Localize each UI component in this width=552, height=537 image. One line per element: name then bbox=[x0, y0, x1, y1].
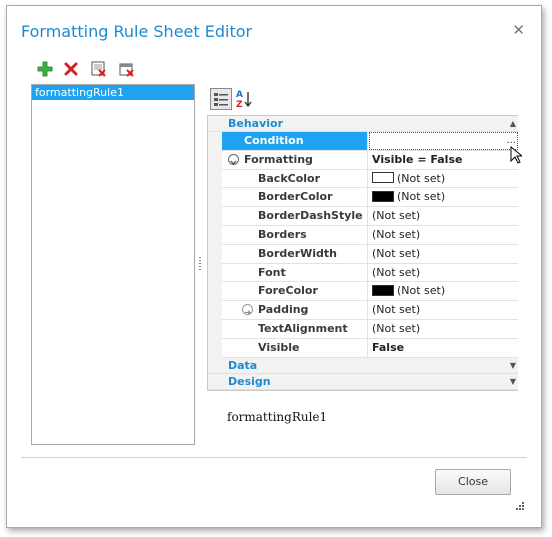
property-row-formatting[interactable]: Formatting Visible = False bbox=[222, 150, 518, 170]
property-name: Visible bbox=[222, 338, 368, 357]
grid-gutter bbox=[208, 132, 222, 358]
property-name: ForeColor bbox=[222, 282, 368, 301]
property-value: (Not set) bbox=[397, 190, 446, 204]
close-button[interactable]: Close bbox=[435, 469, 511, 495]
category-label: Behavior bbox=[228, 117, 284, 130]
property-name: Padding bbox=[258, 303, 309, 317]
property-value[interactable]: (Not set) bbox=[369, 320, 518, 338]
dialog-title: Formatting Rule Sheet Editor bbox=[21, 22, 253, 41]
alphabetical-sort-icon[interactable]: A Z bbox=[233, 88, 255, 110]
property-value[interactable]: (Not set) bbox=[369, 264, 518, 282]
dialog-window: Formatting Rule Sheet Editor ✕ formattin… bbox=[6, 5, 542, 528]
property-value[interactable]: Visible = False bbox=[369, 151, 518, 169]
mouse-cursor-icon bbox=[510, 145, 524, 168]
property-row-condition[interactable]: Condition ... bbox=[222, 132, 518, 151]
property-name: Borders bbox=[222, 226, 368, 244]
property-name: BorderWidth bbox=[222, 244, 368, 263]
color-swatch bbox=[372, 190, 394, 202]
property-value: (Not set) bbox=[397, 171, 446, 185]
delete-icon[interactable] bbox=[61, 59, 81, 79]
property-row-borderwidth[interactable]: BorderWidth (Not set) bbox=[222, 244, 518, 264]
property-name: TextAlignment bbox=[222, 320, 368, 338]
property-value[interactable]: ... bbox=[369, 132, 518, 150]
property-row-borderdashstyle[interactable]: BorderDashStyle (Not set) bbox=[222, 207, 518, 226]
property-name: Formatting bbox=[244, 152, 313, 166]
color-swatch bbox=[372, 284, 394, 296]
property-value[interactable]: (Not set) bbox=[369, 207, 518, 225]
svg-text:Z: Z bbox=[236, 100, 243, 110]
property-name: Condition bbox=[222, 132, 368, 150]
expand-arrow-icon[interactable]: ▼ bbox=[510, 374, 516, 390]
property-value: (Not set) bbox=[397, 284, 446, 298]
category-label: Data bbox=[228, 359, 258, 372]
property-row-textalignment[interactable]: TextAlignment (Not set) bbox=[222, 320, 518, 339]
property-row-forecolor[interactable]: ForeColor (Not set) bbox=[222, 282, 518, 302]
resize-grip-icon[interactable] bbox=[514, 497, 526, 516]
categorized-view-button[interactable] bbox=[210, 88, 232, 110]
footer-divider bbox=[21, 457, 527, 458]
collapse-circle-icon[interactable] bbox=[228, 153, 239, 165]
property-name: BorderDashStyle bbox=[222, 207, 368, 225]
rules-list[interactable]: formattingRule1 bbox=[31, 84, 195, 445]
property-row-visible[interactable]: Visible False bbox=[222, 338, 518, 358]
category-label: Design bbox=[228, 375, 271, 388]
property-value[interactable]: (Not set) bbox=[369, 226, 518, 244]
splitter-handle[interactable] bbox=[199, 257, 201, 271]
property-row-padding[interactable]: Padding (Not set) bbox=[222, 301, 518, 320]
close-icon[interactable]: ✕ bbox=[512, 21, 525, 39]
property-value[interactable]: False bbox=[369, 339, 518, 357]
category-design[interactable]: Design ▼ bbox=[208, 374, 518, 390]
expand-circle-icon[interactable] bbox=[242, 304, 253, 316]
property-name: Font bbox=[222, 263, 368, 282]
property-value[interactable]: (Not set) bbox=[369, 245, 518, 263]
property-row-bordercolor[interactable]: BorderColor (Not set) bbox=[222, 188, 518, 208]
property-row-backcolor[interactable]: BackColor (Not set) bbox=[222, 169, 518, 189]
svg-text:A: A bbox=[236, 90, 243, 100]
property-name: BackColor bbox=[222, 169, 368, 188]
color-swatch bbox=[372, 172, 394, 184]
list-item[interactable]: formattingRule1 bbox=[32, 85, 194, 100]
add-icon[interactable] bbox=[35, 59, 55, 79]
description-text: formattingRule1 bbox=[227, 410, 328, 424]
category-behavior[interactable]: Behavior ▲ bbox=[208, 116, 518, 132]
property-row-borders[interactable]: Borders (Not set) bbox=[222, 226, 518, 245]
expand-arrow-icon[interactable]: ▼ bbox=[510, 358, 516, 374]
delete-rule-icon[interactable] bbox=[89, 59, 109, 79]
purge-rules-icon[interactable] bbox=[117, 59, 137, 79]
property-row-font[interactable]: Font (Not set) bbox=[222, 263, 518, 283]
property-grid: Behavior ▲ Condition ... Formatting Visi… bbox=[207, 115, 518, 391]
property-name: BorderColor bbox=[222, 188, 368, 207]
collapse-arrow-icon[interactable]: ▲ bbox=[510, 116, 516, 132]
property-value[interactable]: (Not set) bbox=[369, 301, 518, 319]
category-data[interactable]: Data ▼ bbox=[208, 358, 518, 374]
